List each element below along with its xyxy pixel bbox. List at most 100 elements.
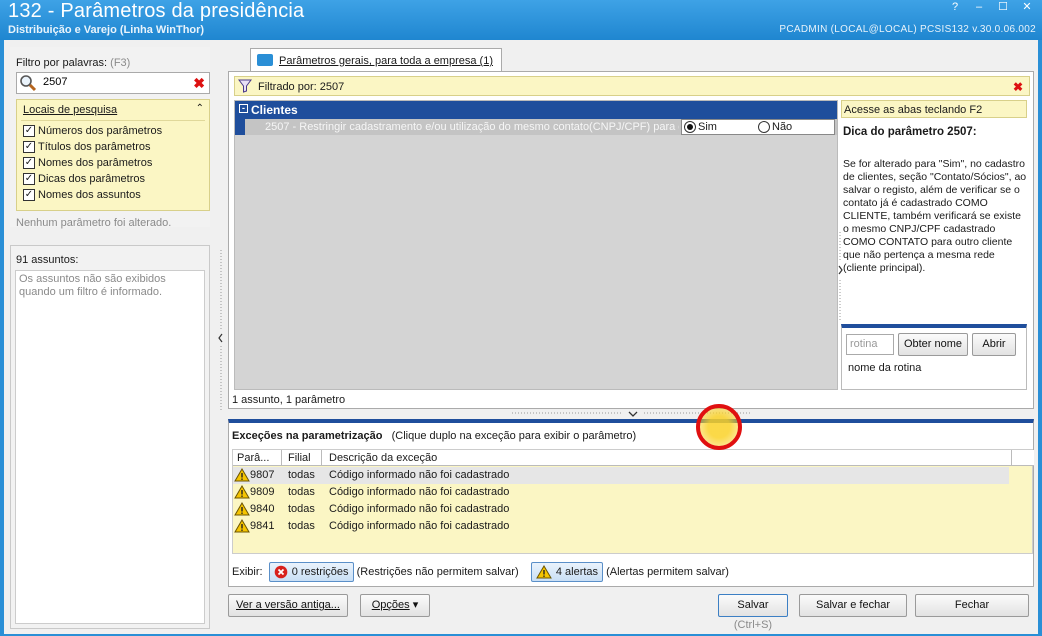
checkbox-dicas[interactable]: ✓ Dicas dos parâmetros xyxy=(23,173,145,185)
checkbox-checked-icon[interactable]: ✓ xyxy=(23,173,35,185)
window-subtitle: Distribuição e Varejo (Linha WinThor) xyxy=(8,24,205,36)
routine-box: rotina Obter nome Abrir nome da rotina xyxy=(841,324,1027,390)
abrir-button[interactable]: Abrir xyxy=(972,333,1016,356)
filter-label: Filtro por palavras: (F3) xyxy=(16,57,130,69)
close-form-button[interactable]: Fechar xyxy=(915,594,1029,617)
cell-descricao: Código informado não foi cadastrado xyxy=(329,503,510,515)
warning-icon xyxy=(234,485,250,499)
subjects-list[interactable]: Os assuntos não são exibidos quando um f… xyxy=(15,270,205,624)
change-status: Nenhum parâmetro foi alterado. xyxy=(16,217,172,229)
checkbox-label: Dicas dos parâmetros xyxy=(38,173,145,185)
radio-label: Não xyxy=(772,121,793,133)
exceptions-title: Exceções na parametrização (Clique duplo… xyxy=(232,430,636,442)
options-label: Opções xyxy=(371,599,410,611)
vertical-splitter[interactable] xyxy=(216,250,224,410)
exceptions-panel: Exceções na parametrização (Clique duplo… xyxy=(228,419,1034,587)
routine-name: nome da rotina xyxy=(848,362,922,374)
cell-filial: todas xyxy=(288,486,315,498)
cell-param: 9841 xyxy=(250,520,275,532)
results-count: 1 assunto, 1 parâmetro xyxy=(232,394,346,406)
radio-unselected-icon[interactable] xyxy=(758,121,770,133)
cell-filial: todas xyxy=(288,469,315,481)
funnel-icon xyxy=(238,79,252,93)
collapse-group-icon[interactable]: - xyxy=(239,104,248,113)
column-divider xyxy=(281,450,282,466)
save-close-button[interactable]: Salvar e fechar xyxy=(799,594,907,617)
save-button[interactable]: Salvar xyxy=(718,594,788,617)
exceptions-table-header: Parâ... Filial Descrição da exceção xyxy=(233,450,1034,466)
divider xyxy=(21,120,205,121)
search-locations: Locais de pesquisa ⌃ ✓ Números dos parâme… xyxy=(16,99,210,211)
filter-panel: Filtro por palavras: (F3) ✖ Locais de pe… xyxy=(10,47,210,229)
parameter-text: 2507 - Restringir cadastramento e/ou uti… xyxy=(265,121,679,133)
tabs-shortcut-hint: Acesse as abas teclando F2 xyxy=(841,100,1027,118)
exceptions-title-text: Exceções na parametrização xyxy=(232,430,383,442)
warning-icon xyxy=(234,468,250,482)
filter-input[interactable] xyxy=(43,76,183,88)
window-controls: ? – ☐ ✕ xyxy=(944,1,1038,15)
checkbox-checked-icon[interactable]: ✓ xyxy=(23,189,35,201)
clear-filtered-icon[interactable]: ✖ xyxy=(1013,80,1023,94)
help-button[interactable]: ? xyxy=(944,1,966,15)
column-header-filial[interactable]: Filial xyxy=(288,452,311,464)
tab-parametros-gerais[interactable]: Parâmetros gerais, para toda a empresa (… xyxy=(250,48,502,72)
minimize-button[interactable]: – xyxy=(968,1,990,15)
group-header-clientes[interactable]: - Clientes xyxy=(235,101,837,119)
collapse-chevron-icon[interactable]: ⌃ xyxy=(196,103,204,114)
old-version-button[interactable]: Ver a versão antiga... xyxy=(228,594,348,617)
table-row[interactable]: 9841 todas Código informado não foi cada… xyxy=(233,518,1034,535)
radio-selected-icon[interactable] xyxy=(684,121,696,133)
click-highlight-marker xyxy=(696,404,742,450)
cell-descricao: Código informado não foi cadastrado xyxy=(329,469,510,481)
checkbox-nomes[interactable]: ✓ Nomes dos parâmetros xyxy=(23,157,152,169)
column-divider xyxy=(321,450,322,466)
search-locations-title[interactable]: Locais de pesquisa xyxy=(23,104,117,116)
checkbox-checked-icon[interactable]: ✓ xyxy=(23,125,35,137)
checkbox-checked-icon[interactable]: ✓ xyxy=(23,141,35,153)
cell-descricao: Código informado não foi cadastrado xyxy=(329,520,510,532)
exceptions-table: Parâ... Filial Descrição da exceção 9807… xyxy=(232,449,1034,554)
parameter-row[interactable]: 2507 - Restringir cadastramento e/ou uti… xyxy=(235,119,837,135)
warning-icon xyxy=(234,519,250,533)
radio-sim[interactable]: Sim xyxy=(684,121,717,133)
filter-search-box[interactable]: ✖ xyxy=(16,72,210,94)
table-row[interactable]: 9807 todas Código informado não foi cada… xyxy=(233,467,1009,484)
checkbox-label: Títulos dos parâmetros xyxy=(38,141,151,153)
subjects-message: Os assuntos não são exibidos quando um f… xyxy=(19,273,166,298)
alertas-label: 4 alertas xyxy=(555,566,599,578)
close-button[interactable]: ✕ xyxy=(1016,1,1038,15)
obter-nome-button[interactable]: Obter nome xyxy=(898,333,968,356)
alertas-note: (Alertas permitem salvar) xyxy=(606,566,729,578)
parameter-options: Sim Não xyxy=(681,119,835,135)
error-icon xyxy=(274,565,287,579)
table-row[interactable]: 9809 todas Código informado não foi cada… xyxy=(233,484,1034,501)
search-icon xyxy=(20,75,37,92)
options-menu-button[interactable]: Opções ▾ xyxy=(360,594,430,617)
radio-nao[interactable]: Não xyxy=(758,121,792,133)
dropdown-arrow-icon: ▾ xyxy=(412,599,419,611)
hint-text: Se for alterado para "Sim", no cadastro … xyxy=(843,158,1027,274)
column-header-param[interactable]: Parâ... xyxy=(237,452,269,464)
main-content: Filtro por palavras: (F3) ✖ Locais de pe… xyxy=(4,40,1038,634)
table-row[interactable]: 9840 todas Código informado não foi cada… xyxy=(233,501,1034,518)
checkbox-checked-icon[interactable]: ✓ xyxy=(23,157,35,169)
exibir-bar: Exibir: 0 restrições (Restrições não per… xyxy=(232,562,729,582)
subjects-count: 91 assuntos: xyxy=(16,254,79,266)
column-header-descricao[interactable]: Descrição da exceção xyxy=(329,452,437,464)
radio-label: Sim xyxy=(698,121,717,133)
checkbox-titulos[interactable]: ✓ Títulos dos parâmetros xyxy=(23,141,151,153)
clear-filter-icon[interactable]: ✖ xyxy=(193,76,205,90)
filter-label-text: Filtro por palavras: xyxy=(16,57,108,69)
cell-param: 9807 xyxy=(250,469,275,481)
alertas-toggle[interactable]: 4 alertas xyxy=(530,562,604,582)
save-close-label: Salvar e fechar xyxy=(816,599,890,611)
exibir-label: Exibir: xyxy=(232,566,263,578)
checkbox-numeros[interactable]: ✓ Números dos parâmetros xyxy=(23,125,162,137)
filtered-text: Filtrado por: 2507 xyxy=(258,81,345,93)
restricoes-toggle[interactable]: 0 restrições xyxy=(268,562,354,582)
folder-icon xyxy=(257,54,273,66)
checkbox-assuntos[interactable]: ✓ Nomes dos assuntos xyxy=(23,189,141,201)
maximize-button[interactable]: ☐ xyxy=(992,1,1014,15)
filtered-bar: Filtrado por: 2507 ✖ xyxy=(234,76,1030,96)
routine-input[interactable]: rotina xyxy=(846,334,894,355)
